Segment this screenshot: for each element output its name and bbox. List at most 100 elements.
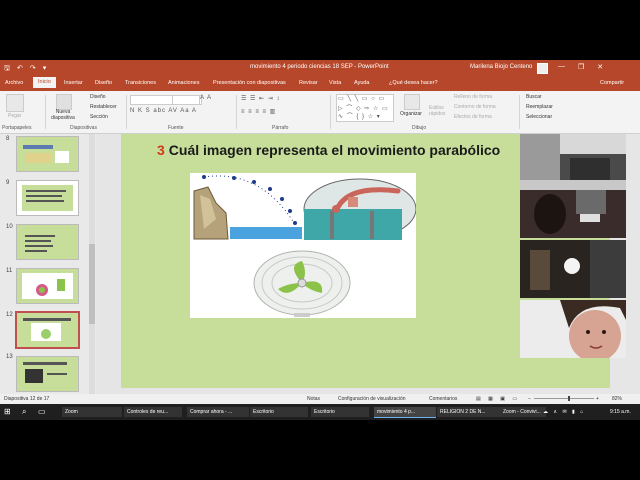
save-icon[interactable]: 🖫	[4, 64, 10, 75]
tab-inicio[interactable]: Inicio	[33, 77, 56, 88]
replace-button[interactable]: Reemplazar	[526, 104, 553, 110]
paste-icon[interactable]	[6, 94, 24, 112]
ribbon: Pegar Portapapeles Nueva diapositiva Dis…	[0, 91, 640, 134]
taskbar-item[interactable]: Controles de reu...	[124, 407, 182, 417]
taskbar-clock[interactable]: 9:15 a.m.	[610, 409, 631, 415]
video-participant-2[interactable]	[520, 180, 626, 238]
windows-start-icon[interactable]: ⊞	[4, 407, 11, 416]
view-buttons[interactable]: ▤ ▦ ▣ ▭	[476, 396, 520, 402]
shape-effects-button[interactable]: Efectos de forma	[454, 114, 492, 120]
slide-thumbnail[interactable]	[16, 224, 79, 260]
slide-question[interactable]: 3 Cuál imagen representa el movimiento pa…	[157, 142, 500, 158]
thumbnail-content	[23, 318, 71, 341]
redo-icon[interactable]: ↷	[30, 64, 36, 75]
quick-access-toolbar: 🖫 ↶ ↷ ▾	[4, 64, 46, 75]
tell-me-search[interactable]: ¿Qué desea hacer?	[386, 79, 441, 87]
taskbar-item[interactable]: Zoom - Convivi...	[500, 407, 546, 417]
new-slide-button[interactable]: Nueva diapositiva	[50, 109, 76, 121]
zoom-slider-thumb[interactable]	[568, 396, 570, 401]
scrollbar-thumb[interactable]	[89, 244, 95, 324]
reset-button[interactable]: Restablecer	[90, 104, 117, 110]
screen: 🖫 ↶ ↷ ▾ movimiento 4 periodo ciencias 18…	[0, 60, 640, 420]
new-slide-icon[interactable]	[56, 94, 72, 110]
quick-styles-button[interactable]: Estilos rápidos	[429, 105, 449, 117]
shape-icons-row-1[interactable]: ▭ ╲ ╲ ▭ ○ ▭	[338, 95, 385, 102]
select-button[interactable]: Seleccionar	[526, 114, 552, 120]
shape-icons-row-3[interactable]: ∿ ⌒ { } ☆ ▾	[338, 111, 381, 120]
layout-button[interactable]: Diseño	[90, 94, 106, 100]
search-icon[interactable]: ⌕	[22, 407, 26, 417]
close-button[interactable]: ✕	[597, 63, 603, 71]
comments-button[interactable]: Comentarios	[429, 396, 457, 402]
align-icons[interactable]: ≡ ≡ ≡ ≡ ▥	[241, 108, 276, 115]
taskbar-item[interactable]: Escritorio	[311, 407, 369, 417]
minimize-button[interactable]: —	[558, 63, 565, 71]
slide-thumbnail[interactable]	[16, 180, 79, 216]
thumbnail-content	[22, 273, 73, 299]
tab-animaciones[interactable]: Animaciones	[165, 79, 203, 87]
font-size-box[interactable]	[172, 95, 200, 105]
arrange-button[interactable]: Organizar	[400, 111, 422, 117]
zoom-out-button[interactable]: −	[528, 396, 531, 402]
thumbnail-number: 8	[6, 136, 10, 142]
slide-image[interactable]	[190, 173, 417, 318]
tab-archivo[interactable]: Archivo	[2, 79, 26, 87]
list-icons[interactable]: ☰ ☰ ⇤ ⇥ ↕	[241, 95, 280, 102]
shape-outline-button[interactable]: Contorno de forma	[454, 104, 496, 110]
share-button[interactable]: Compartir	[600, 80, 624, 86]
paste-button[interactable]: Pegar	[8, 113, 21, 119]
group-label-paragraph: Párrafo	[272, 125, 289, 131]
notes-button[interactable]: Notas	[307, 396, 320, 402]
qat-more-icon[interactable]: ▾	[43, 64, 47, 75]
tab-ayuda[interactable]: Ayuda	[351, 79, 373, 87]
thumbnail-number: 9	[6, 180, 10, 186]
thumbnail-content	[25, 235, 55, 252]
video-participant-4[interactable]	[520, 300, 626, 358]
shape-fill-button[interactable]: Relleno de forma	[454, 94, 492, 100]
thumbnail-scrollbar[interactable]	[89, 134, 95, 396]
system-tray-icons[interactable]: ☁ ∧ ✉ ▮ ⌂	[543, 409, 585, 415]
tab-transiciones[interactable]: Transiciones	[122, 79, 159, 87]
zoom-in-button[interactable]: +	[596, 396, 599, 402]
tab-insertar[interactable]: Insertar	[61, 79, 86, 87]
slide-counter: Diapositiva 12 de 17	[4, 396, 50, 402]
slide-thumbnail[interactable]	[16, 136, 79, 172]
group-label-clipboard: Portapapeles	[2, 125, 32, 131]
tab-revisar[interactable]: Revisar	[296, 79, 321, 87]
taskbar-item-active[interactable]: movimiento 4 p...	[374, 407, 436, 418]
zoom-slider[interactable]	[534, 398, 594, 399]
slide-thumbnail-selected[interactable]	[15, 311, 80, 349]
slide-thumbnail[interactable]	[16, 268, 79, 304]
taskbar-item[interactable]: Escritorio	[250, 407, 308, 417]
thumbnail-content	[23, 145, 69, 163]
image-options-illustration	[193, 175, 417, 317]
taskbar-item[interactable]: Comprar ahora - ...	[187, 407, 249, 417]
undo-icon[interactable]: ↶	[17, 64, 23, 75]
ribbon-divider	[330, 95, 331, 129]
thumbnail-number: 13	[6, 354, 13, 360]
section-button[interactable]: Sección	[90, 114, 108, 120]
video-frame	[520, 240, 626, 298]
restore-button[interactable]: ❐	[578, 63, 584, 71]
find-button[interactable]: Buscar	[526, 94, 542, 100]
task-view-icon[interactable]: ▭	[38, 407, 46, 416]
taskbar-item[interactable]: RELIGION 2 DE N...	[437, 407, 501, 417]
thumbnail-number: 10	[6, 224, 13, 230]
user-name[interactable]: Marilena Biojo Centeno	[470, 64, 532, 70]
zoom-level[interactable]: 82%	[612, 396, 622, 402]
question-number: 3	[157, 142, 165, 158]
thumbnail-number: 11	[6, 268, 13, 274]
slide-thumbnail[interactable]	[16, 356, 79, 392]
display-settings-button[interactable]: Configuración de visualización	[338, 396, 406, 402]
arrange-icon[interactable]	[404, 94, 420, 110]
video-participant-3[interactable]	[520, 240, 626, 298]
question-text: Cuál imagen representa el movimiento par…	[168, 142, 501, 158]
font-format-icons[interactable]: N K S abc AV Aa A	[130, 108, 197, 114]
font-size-grow-icon[interactable]: A A	[200, 95, 212, 101]
tab-vista[interactable]: Vista	[326, 79, 344, 87]
taskbar-item[interactable]: Zoom	[62, 407, 122, 417]
tab-diseno[interactable]: Diseño	[92, 79, 115, 87]
window-title: movimiento 4 periodo ciencias 18 SEP - P…	[250, 64, 389, 70]
tab-presentacion[interactable]: Presentación con diapositivas	[210, 79, 289, 87]
avatar[interactable]	[537, 63, 548, 74]
